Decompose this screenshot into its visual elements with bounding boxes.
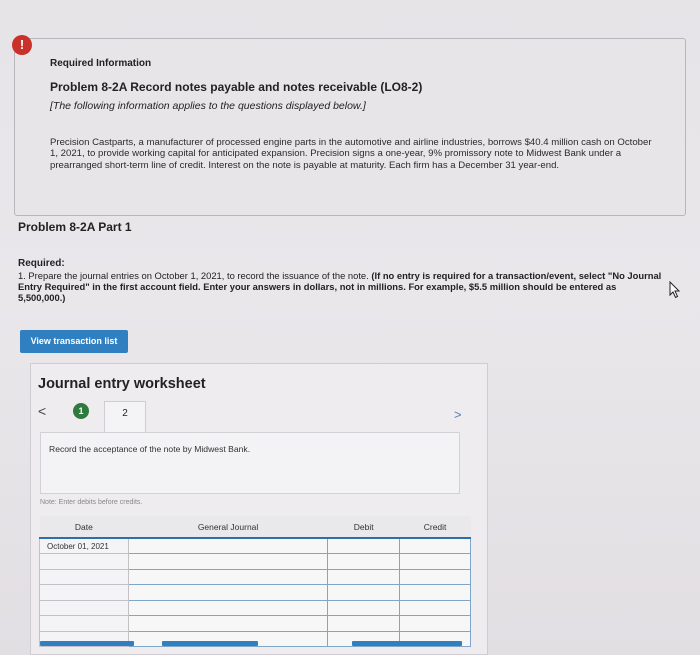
account-field[interactable] — [127, 553, 329, 570]
account-field[interactable] — [127, 599, 329, 616]
account-field[interactable] — [127, 615, 329, 632]
view-transaction-list-button[interactable]: View transaction list — [20, 330, 128, 353]
credit-column-header: Credit — [399, 516, 471, 539]
required-label: Required: — [18, 258, 65, 269]
account-field[interactable] — [127, 584, 329, 601]
part-title: Problem 8-2A Part 1 — [18, 220, 132, 234]
date-column-header: Date — [39, 516, 129, 539]
instruction-text: Record the acceptance of the note by Mid… — [49, 444, 251, 454]
debits-note: Note: Enter debits before credits. — [40, 499, 143, 506]
mouse-cursor-icon — [669, 281, 681, 299]
instruction-box — [40, 432, 460, 494]
table-row — [39, 615, 471, 632]
journal-table: Date General Journal Debit Credit Octobe… — [39, 516, 471, 647]
step-1-complete-icon[interactable]: 1 — [73, 403, 89, 419]
debit-field[interactable] — [327, 599, 401, 616]
alert-icon: ! — [12, 35, 32, 55]
view-general-journal-button[interactable] — [352, 641, 462, 646]
date-cell — [39, 568, 129, 585]
debit-field[interactable] — [327, 568, 401, 585]
table-row — [39, 584, 471, 601]
problem-description: Precision Castparts, a manufacturer of p… — [50, 137, 652, 171]
debit-field[interactable] — [327, 584, 401, 601]
record-entry-button[interactable] — [40, 641, 134, 646]
next-arrow-icon[interactable]: > — [454, 407, 462, 422]
worksheet-title: Journal entry worksheet — [38, 376, 206, 392]
table-row: October 01, 2021 — [39, 537, 471, 554]
credit-field[interactable] — [399, 599, 471, 616]
problem-title: Problem 8-2A Record notes payable and no… — [50, 80, 423, 94]
required-info-label: Required Information — [50, 58, 152, 69]
date-cell — [39, 584, 129, 601]
debit-field[interactable] — [327, 615, 401, 632]
credit-field[interactable] — [399, 615, 471, 632]
credit-field[interactable] — [399, 537, 471, 554]
credit-field[interactable] — [399, 568, 471, 585]
info-applies-note: [The following information applies to th… — [50, 100, 366, 112]
date-select[interactable]: October 01, 2021 — [39, 537, 129, 554]
prev-arrow-icon[interactable]: < — [38, 403, 46, 419]
debit-column-header: Debit — [327, 516, 400, 539]
table-row — [39, 553, 471, 570]
debit-field[interactable] — [327, 537, 401, 554]
account-field[interactable] — [127, 568, 329, 585]
date-cell — [39, 553, 129, 570]
table-row — [39, 599, 471, 616]
debit-field[interactable] — [327, 553, 401, 570]
account-column-header: General Journal — [128, 516, 328, 539]
credit-field[interactable] — [399, 553, 471, 570]
date-cell — [39, 615, 129, 632]
credit-field[interactable] — [399, 584, 471, 601]
step-2-tab[interactable]: 2 — [104, 401, 146, 433]
clear-entry-button[interactable] — [162, 641, 258, 646]
required-instructions: 1. Prepare the journal entries on Octobe… — [18, 270, 666, 304]
required-text: 1. Prepare the journal entries on Octobe… — [18, 270, 369, 281]
account-field[interactable] — [127, 537, 329, 554]
table-row — [39, 568, 471, 585]
date-cell — [39, 599, 129, 616]
